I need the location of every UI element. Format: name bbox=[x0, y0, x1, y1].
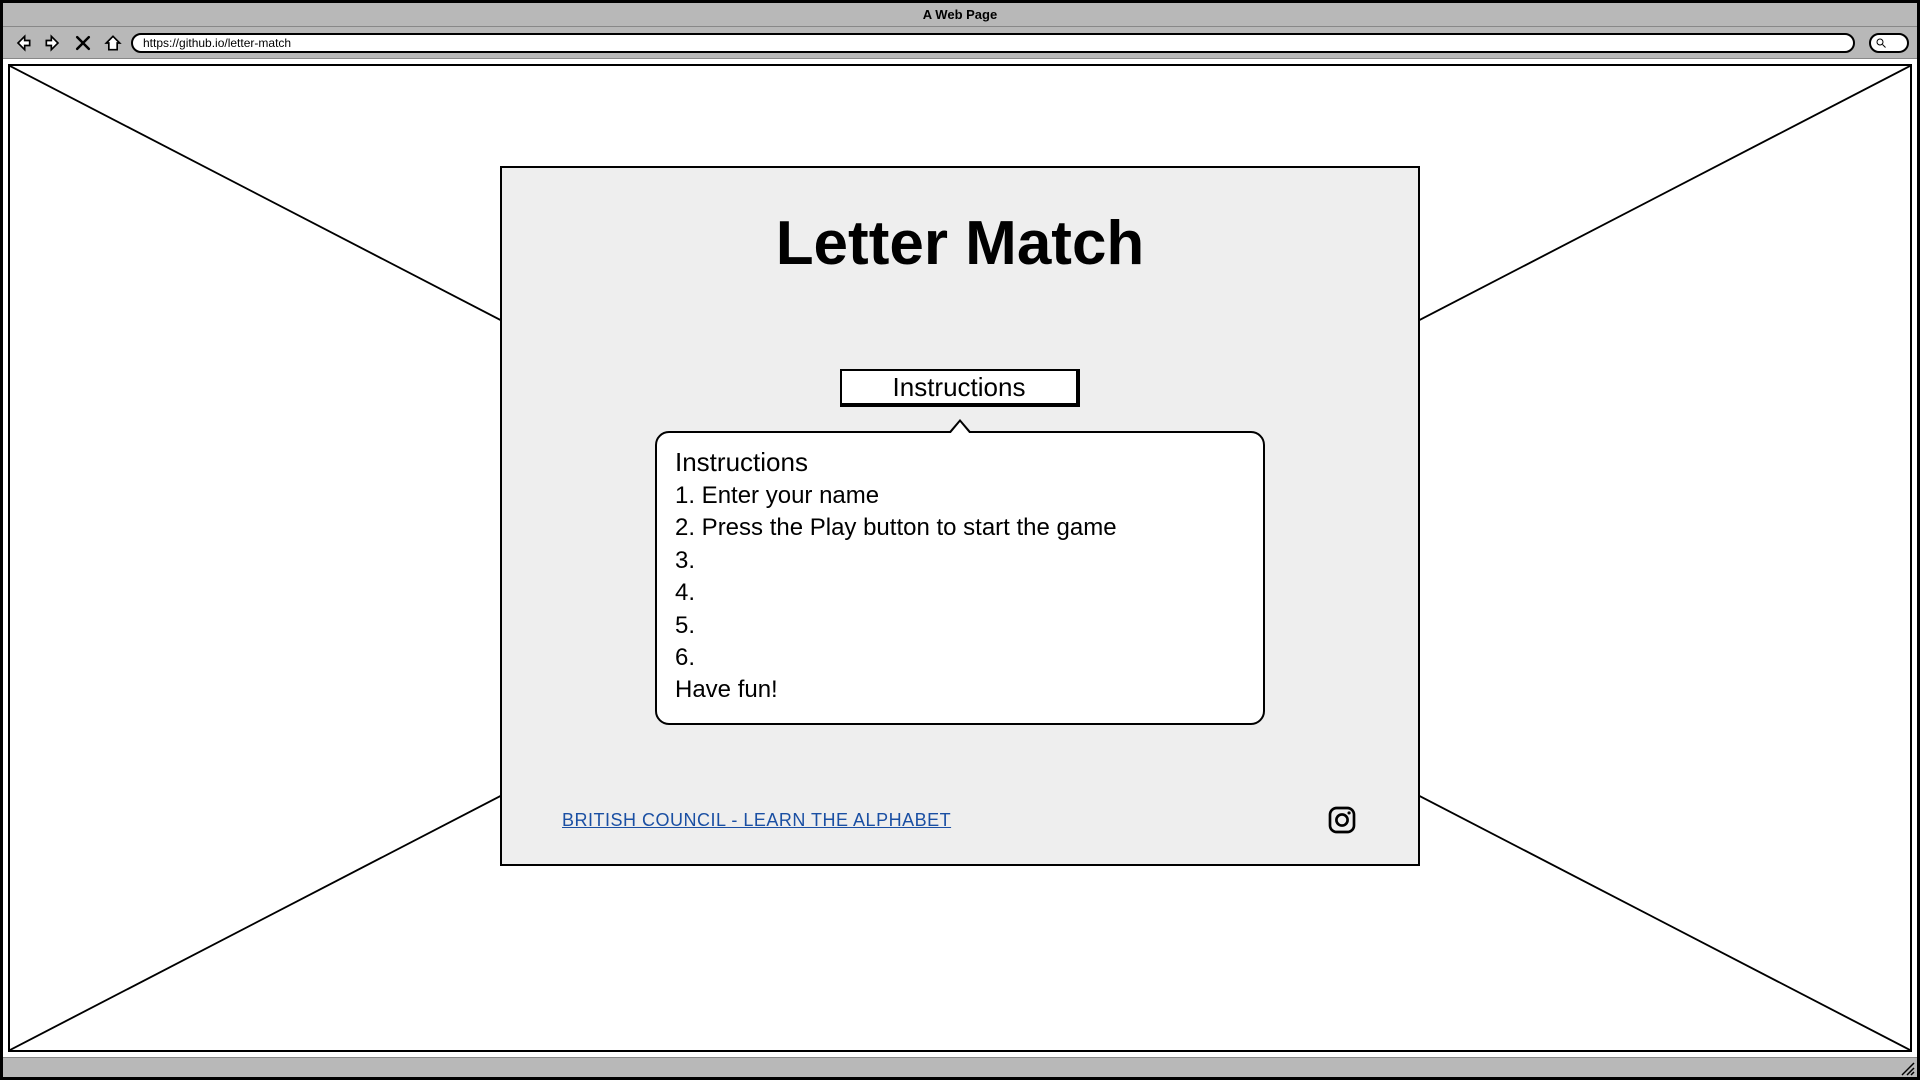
arrow-right-icon bbox=[43, 33, 63, 53]
main-card: Letter Match Instructions Instructions 1… bbox=[500, 166, 1420, 866]
browser-title-bar: A Web Page bbox=[3, 3, 1917, 27]
card-footer: BRITISH COUNCIL - LEARN THE ALPHABET bbox=[562, 804, 1358, 836]
url-text: https://github.io/letter-match bbox=[143, 36, 291, 50]
back-button[interactable] bbox=[11, 32, 35, 54]
resize-grip-icon[interactable] bbox=[1899, 1060, 1915, 1076]
instructions-button[interactable]: Instructions bbox=[840, 369, 1080, 407]
viewport: Letter Match Instructions Instructions 1… bbox=[8, 64, 1912, 1052]
popover-line: 5. bbox=[675, 610, 1245, 642]
footer-link[interactable]: BRITISH COUNCIL - LEARN THE ALPHABET bbox=[562, 810, 951, 831]
popover-line: 1. Enter your name bbox=[675, 480, 1245, 512]
home-icon bbox=[103, 33, 123, 53]
forward-button[interactable] bbox=[41, 32, 65, 54]
popover-line: 4. bbox=[675, 577, 1245, 609]
browser-title: A Web Page bbox=[923, 7, 997, 22]
instructions-popover: Instructions 1. Enter your name 2. Press… bbox=[655, 431, 1265, 725]
instructions-button-label: Instructions bbox=[893, 372, 1026, 403]
popover-heading: Instructions bbox=[675, 447, 1245, 478]
zoom-control[interactable] bbox=[1869, 33, 1909, 53]
instagram-link[interactable] bbox=[1326, 804, 1358, 836]
popover-line: 3. bbox=[675, 545, 1245, 577]
close-icon bbox=[73, 33, 93, 53]
stop-button[interactable] bbox=[71, 32, 95, 54]
card-title: Letter Match bbox=[776, 208, 1145, 279]
instagram-icon bbox=[1326, 804, 1358, 836]
browser-window: A Web Page https://github.io/letter-matc… bbox=[0, 0, 1920, 1080]
popover-line: Have fun! bbox=[675, 674, 1245, 706]
popover-line: 6. bbox=[675, 642, 1245, 674]
url-bar[interactable]: https://github.io/letter-match bbox=[131, 33, 1855, 53]
status-bar bbox=[3, 1057, 1917, 1077]
home-button[interactable] bbox=[101, 32, 125, 54]
arrow-left-icon bbox=[13, 33, 33, 53]
popover-line: 2. Press the Play button to start the ga… bbox=[675, 512, 1245, 544]
magnifier-icon bbox=[1875, 37, 1887, 49]
browser-toolbar: https://github.io/letter-match bbox=[3, 27, 1917, 59]
